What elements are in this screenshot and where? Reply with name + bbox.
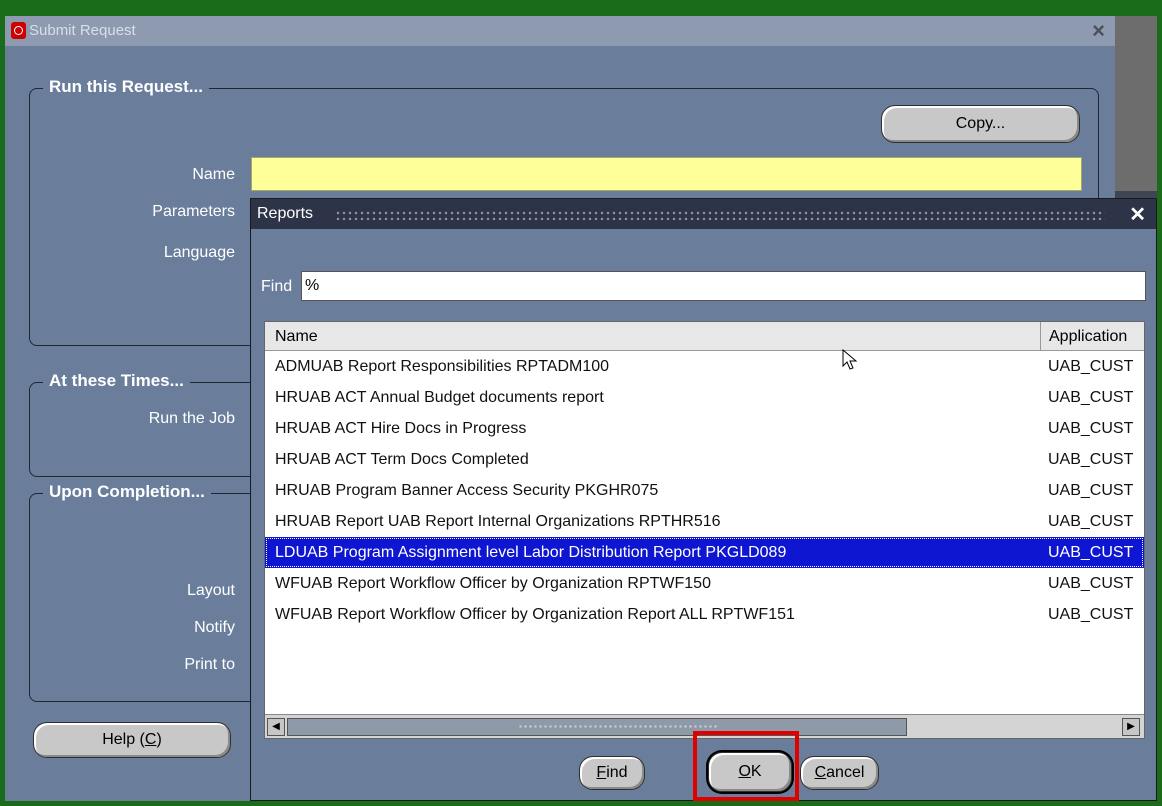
- column-header-name[interactable]: Name: [275, 328, 318, 346]
- row-application: UAB_CUST: [1048, 482, 1134, 499]
- row-name: HRUAB ACT Term Docs Completed: [275, 451, 529, 468]
- row-name: LDUAB Program Assignment level Labor Dis…: [275, 544, 787, 561]
- mouse-pointer-icon: [842, 348, 858, 376]
- help-label-suffix: ): [156, 731, 162, 748]
- row-name: ADMUAB Report Responsibilities RPTADM100: [275, 358, 610, 375]
- scroll-right-icon[interactable]: ▶: [1122, 718, 1140, 736]
- table-row[interactable]: HRUAB ACT Term Docs Completed UAB_CUST: [265, 444, 1144, 475]
- language-label: Language: [163, 244, 235, 261]
- table-row[interactable]: HRUAB ACT Hire Docs in Progress UAB_CUST: [265, 413, 1144, 444]
- dialog-title: Reports: [257, 205, 314, 222]
- oracle-logo-icon: [11, 22, 26, 39]
- cancel-button-rest: ancel: [826, 764, 865, 781]
- list-header: Name Application: [265, 322, 1144, 351]
- titlebar-grip: [335, 210, 1105, 220]
- window-title: Submit Request: [29, 22, 136, 39]
- name-label: Name: [192, 166, 235, 183]
- find-button[interactable]: Find: [579, 756, 645, 790]
- find-button-key: F: [596, 764, 607, 781]
- parameters-label: Parameters: [152, 203, 235, 220]
- find-input[interactable]: %: [301, 271, 1146, 301]
- row-application: UAB_CUST: [1048, 606, 1134, 623]
- table-row-selected[interactable]: LDUAB Program Assignment level Labor Dis…: [265, 537, 1144, 568]
- row-name: WFUAB Report Workflow Officer by Organiz…: [275, 606, 795, 623]
- table-row[interactable]: WFUAB Report Workflow Officer by Organiz…: [265, 599, 1144, 630]
- row-application: UAB_CUST: [1048, 389, 1134, 406]
- row-name: HRUAB Program Banner Access Security PKG…: [275, 482, 659, 499]
- close-icon[interactable]: ×: [1092, 18, 1105, 44]
- scroll-left-icon[interactable]: ◀: [267, 718, 285, 736]
- row-application: UAB_CUST: [1048, 358, 1134, 375]
- cancel-button[interactable]: Cancel: [800, 756, 879, 790]
- reports-dialog: Reports ✕ Find % Name Application ADMUAB…: [250, 198, 1157, 801]
- row-application: UAB_CUST: [1048, 451, 1134, 468]
- row-application: UAB_CUST: [1048, 420, 1134, 437]
- table-row[interactable]: ADMUAB Report Responsibilities RPTADM100…: [265, 351, 1144, 382]
- row-application: UAB_CUST: [1048, 544, 1134, 561]
- row-name: WFUAB Report Workflow Officer by Organiz…: [275, 575, 711, 592]
- schedule-group-title: At these Times...: [43, 371, 190, 391]
- notify-label: Notify: [194, 619, 235, 636]
- table-row[interactable]: HRUAB ACT Annual Budget documents report…: [265, 382, 1144, 413]
- ok-highlight-box: [693, 731, 799, 801]
- cancel-button-key: C: [814, 764, 827, 781]
- layout-label: Layout: [186, 582, 235, 599]
- window-titlebar: Submit Request ×: [5, 16, 1115, 46]
- copy-button[interactable]: Copy...: [881, 105, 1080, 143]
- row-name: HRUAB ACT Hire Docs in Progress: [275, 420, 527, 437]
- help-label-prefix: Help (: [102, 731, 145, 748]
- reports-list: Name Application ADMUAB Report Responsib…: [264, 321, 1145, 739]
- name-input[interactable]: [251, 157, 1082, 191]
- completion-group-title: Upon Completion...: [43, 482, 211, 502]
- row-application: UAB_CUST: [1048, 575, 1134, 592]
- find-button-rest: ind: [606, 764, 628, 781]
- help-button[interactable]: Help (C): [33, 722, 231, 758]
- run-job-label: Run the Job: [148, 410, 235, 427]
- dialog-titlebar[interactable]: Reports ✕: [251, 199, 1156, 229]
- dialog-close-icon[interactable]: ✕: [1129, 202, 1146, 227]
- table-row[interactable]: WFUAB Report Workflow Officer by Organiz…: [265, 568, 1144, 599]
- table-row[interactable]: HRUAB Report UAB Report Internal Organiz…: [265, 506, 1144, 537]
- row-name: HRUAB Report UAB Report Internal Organiz…: [275, 513, 721, 530]
- print-to-label: Print to: [184, 656, 235, 673]
- column-header-application[interactable]: Application: [1040, 322, 1144, 350]
- row-application: UAB_CUST: [1048, 513, 1134, 530]
- find-label: Find: [261, 278, 293, 295]
- scrollbar-thumb[interactable]: [287, 718, 907, 736]
- help-label-key: C: [144, 731, 157, 748]
- run-request-group-title: Run this Request...: [43, 77, 209, 97]
- row-name: HRUAB ACT Annual Budget documents report: [275, 389, 604, 406]
- schedule-group: [29, 382, 271, 477]
- table-row[interactable]: HRUAB Program Banner Access Security PKG…: [265, 475, 1144, 506]
